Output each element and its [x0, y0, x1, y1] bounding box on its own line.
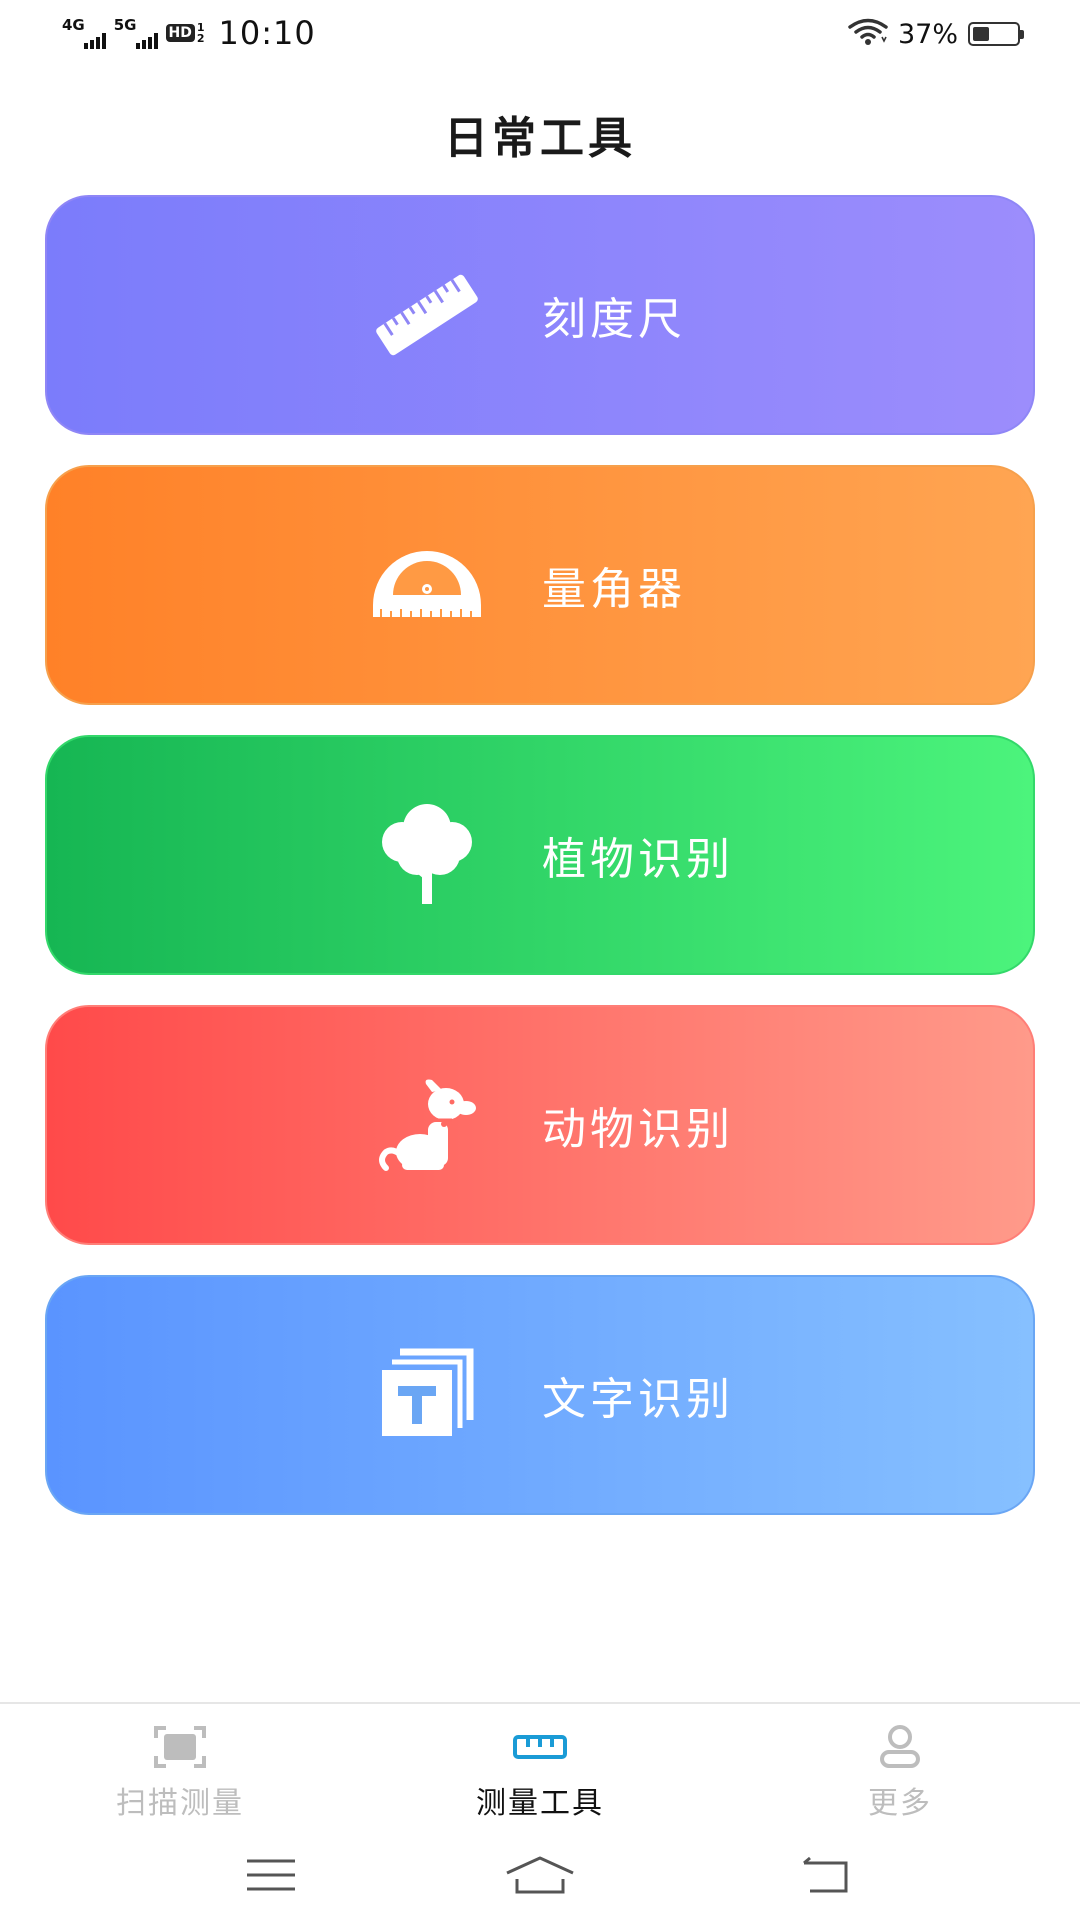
- protractor-card[interactable]: 量角器: [45, 465, 1035, 705]
- animal-recognition-label: 动物识别: [542, 1104, 734, 1155]
- home-icon[interactable]: [500, 1850, 580, 1900]
- tab-scan-measure-label: 扫描测量: [116, 1786, 244, 1821]
- status-bar: 4G 5G HD 1 2 10:10 37%: [0, 0, 1080, 70]
- back-icon[interactable]: [784, 1850, 864, 1900]
- animal-recognition-card[interactable]: 动物识别: [45, 1005, 1035, 1245]
- hd-voice-icon: HD 1 2: [165, 22, 205, 45]
- menu-icon[interactable]: [231, 1850, 311, 1900]
- status-right: 37%: [848, 18, 1024, 50]
- wifi-icon: [848, 18, 888, 50]
- network-label-4g: 4G: [62, 15, 85, 34]
- ruler-icon: [367, 255, 487, 375]
- user-icon: [800, 1724, 1000, 1770]
- text-recognition-card[interactable]: 文字识别: [45, 1275, 1035, 1515]
- plant-recognition-label: 植物识别: [542, 834, 734, 885]
- status-left: 4G 5G HD 1 2 10:10: [62, 14, 316, 52]
- bottom-nav: 扫描测量 测量工具 更多: [0, 1702, 1080, 1832]
- page-title: 日常工具: [444, 113, 636, 164]
- tool-list: 刻度尺 量角器 植物识别 动物识别 文字识别: [45, 195, 1035, 1545]
- signal-icon-5g: 5G: [113, 15, 158, 49]
- hd-label: HD: [165, 24, 195, 42]
- battery-percent: 37%: [897, 18, 958, 50]
- clock: 10:10: [218, 14, 316, 52]
- protractor-icon: [367, 525, 487, 645]
- tree-icon: [367, 795, 487, 915]
- signal-icon: 4G: [62, 15, 106, 49]
- dog-icon: [367, 1065, 487, 1185]
- plant-recognition-card[interactable]: 植物识别: [45, 735, 1035, 975]
- battery-icon: [968, 22, 1024, 46]
- screen: 4G 5G HD 1 2 10:10 37% 日常工具 刻度尺 量角器 植物识别…: [0, 0, 1080, 1920]
- ruler-label: 刻度尺: [542, 294, 686, 345]
- ruler-card[interactable]: 刻度尺: [45, 195, 1035, 435]
- ruler-tab-icon: [440, 1724, 640, 1770]
- tab-measure-tools[interactable]: 测量工具: [440, 1724, 640, 1822]
- scan-icon: [80, 1724, 280, 1770]
- network-label-5g: 5G: [113, 15, 137, 34]
- text-recognition-label: 文字识别: [542, 1374, 734, 1425]
- protractor-label: 量角器: [542, 564, 686, 615]
- tab-measure-tools-label: 测量工具: [476, 1786, 604, 1821]
- hd-sub-bottom: 2: [196, 32, 205, 45]
- tab-more[interactable]: 更多: [800, 1724, 1000, 1822]
- text-recognition-icon: [367, 1335, 487, 1455]
- tab-more-label: 更多: [868, 1786, 932, 1821]
- tab-scan-measure[interactable]: 扫描测量: [80, 1724, 280, 1822]
- system-nav-bar: [0, 1830, 1080, 1920]
